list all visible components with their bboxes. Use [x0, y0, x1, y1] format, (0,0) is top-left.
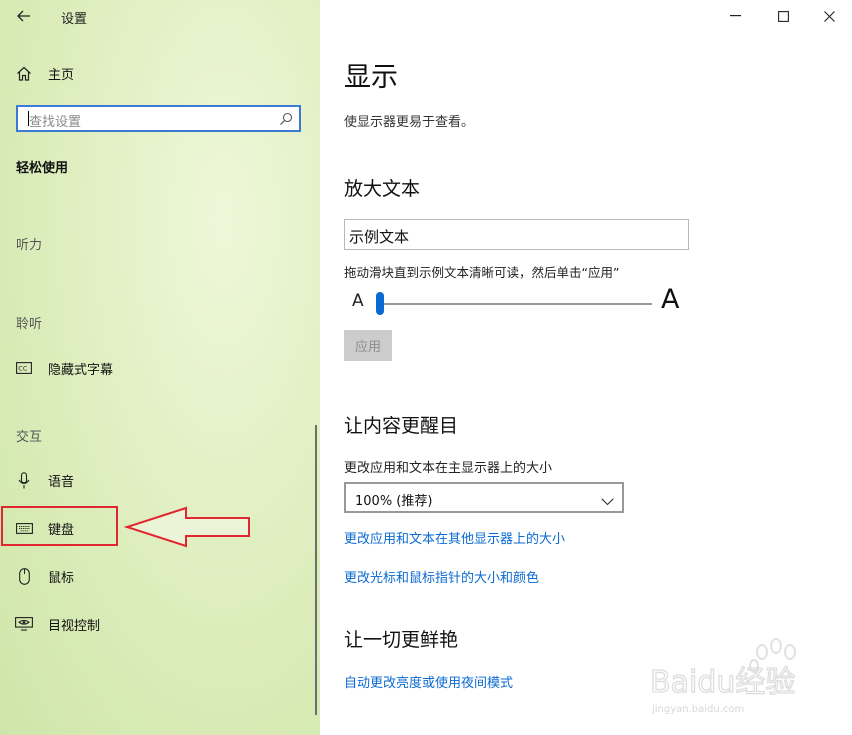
title-bar: 设置	[0, 0, 320, 34]
slider-min-label: A	[352, 291, 364, 311]
search-icon[interactable]	[279, 111, 293, 130]
text-size-slider-track[interactable]	[376, 303, 652, 305]
sidebar-item-speech[interactable]: 语音	[14, 468, 304, 492]
eye-control-icon	[14, 614, 34, 634]
link-other-displays[interactable]: 更改应用和文本在其他显示器上的大小	[344, 528, 565, 547]
section-title: 轻松使用	[16, 161, 69, 176]
microphone-icon	[14, 470, 34, 490]
sidebar-item-captions[interactable]: CC 隐藏式字幕	[14, 356, 304, 380]
maximize-icon[interactable]	[770, 5, 796, 27]
group-label-interaction: 交互	[16, 430, 43, 445]
back-arrow-icon[interactable]	[14, 6, 34, 26]
sidebar-item-label: 主页	[48, 67, 75, 83]
sidebar-item-home[interactable]: 主页	[14, 62, 304, 84]
search-placeholder: 查找设置	[29, 115, 82, 130]
sidebar-item-label: 鼠标	[48, 570, 75, 586]
sidebar-item-eye-control[interactable]: 目视控制	[14, 612, 304, 636]
sidebar-item-label: 隐藏式字幕	[48, 362, 114, 378]
size-dropdown-value: 100% (推荐)	[355, 494, 433, 509]
app-title: 设置	[61, 12, 88, 27]
captions-icon: CC	[14, 358, 34, 378]
enlarge-text-heading: 放大文本	[344, 178, 421, 200]
apply-button[interactable]: 应用	[344, 330, 392, 361]
home-icon	[14, 63, 34, 83]
brighter-heading: 让一切更鲜艳	[344, 629, 459, 651]
group-label-hearing: 听力	[16, 238, 43, 253]
sidebar-item-mouse[interactable]: 鼠标	[14, 564, 304, 588]
search-input[interactable]: 查找设置	[16, 105, 301, 132]
text-size-slider-thumb[interactable]	[376, 292, 384, 315]
main-content: 显示 使显示器更易于查看。 放大文本 示例文本 拖动滑块直到示例文本清晰可读，然…	[320, 0, 852, 735]
page-title: 显示	[344, 62, 398, 93]
sidebar-item-label: 目视控制	[48, 618, 101, 634]
sidebar-item-label: 语音	[48, 474, 75, 490]
watermark-url: jingyan.baidu.com	[651, 704, 744, 715]
link-cursor-size[interactable]: 更改光标和鼠标指针的大小和颜色	[344, 567, 539, 586]
minimize-icon[interactable]	[722, 5, 748, 27]
slider-hint: 拖动滑块直到示例文本清晰可读，然后单击“应用”	[344, 265, 620, 280]
sample-text: 示例文本	[349, 228, 410, 246]
slider-max-label: A	[661, 284, 680, 315]
sidebar-scrollbar[interactable]	[315, 425, 317, 715]
keyboard-highlight-box	[1, 506, 118, 546]
page-description: 使显示器更易于查看。	[344, 115, 475, 130]
sample-text-preview: 示例文本	[344, 219, 689, 250]
watermark-text: Baidu经验	[650, 665, 795, 700]
mouse-icon	[14, 566, 34, 586]
svg-text:CC: CC	[18, 365, 28, 373]
close-icon[interactable]	[816, 5, 842, 27]
pointer-arrow-annotation	[124, 506, 250, 548]
size-dropdown[interactable]: 100% (推荐)	[344, 482, 624, 513]
link-night-mode[interactable]: 自动更改亮度或使用夜间模式	[344, 672, 513, 691]
group-label-listening: 聆听	[16, 317, 43, 332]
baidu-watermark: Baidu经验 jingyan.baidu.com	[650, 638, 796, 715]
sidebar: 设置 主页 查找设置 轻松使用 听力 聆听 CC 隐藏式字幕 交互 语音 键盘	[0, 0, 320, 735]
chevron-down-icon	[601, 491, 614, 510]
make-prominent-heading: 让内容更醒目	[344, 415, 459, 437]
size-dropdown-label: 更改应用和文本在主显示器上的大小	[344, 461, 553, 476]
